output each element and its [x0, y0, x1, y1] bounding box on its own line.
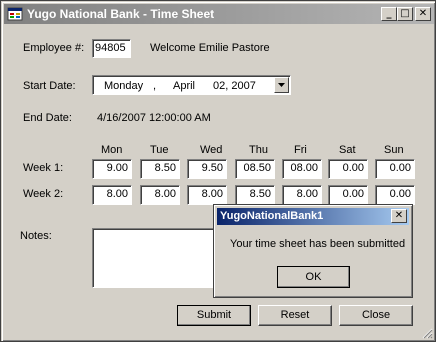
reset-button[interactable]: Reset	[258, 305, 332, 326]
day-header-tue: Tue	[150, 144, 169, 156]
dialog-close-button[interactable]: ✕	[391, 209, 407, 223]
close-form-button[interactable]: Close	[339, 305, 413, 326]
notes-label: Notes:	[20, 230, 52, 242]
week-2-sat-input[interactable]: 0.00	[328, 185, 368, 205]
start-date-month: April	[173, 80, 196, 92]
employee-number-input[interactable]: 94805	[92, 39, 131, 58]
employee-number-value: 94805	[95, 42, 126, 54]
week-1-wed-input[interactable]: 9.50	[187, 159, 227, 179]
week-2-mon-input[interactable]: 8.00	[92, 185, 132, 205]
submitted-dialog: YugoNationalBank1 ✕ Your time sheet has …	[213, 204, 413, 298]
week-2-tue-input[interactable]: 8.00	[140, 185, 180, 205]
employee-number-label: Employee #:	[23, 42, 85, 54]
start-date-label: Start Date:	[23, 80, 76, 92]
submit-button[interactable]: Submit	[177, 305, 251, 326]
start-date-weekday: Monday	[104, 80, 144, 92]
week-2-label: Week 2:	[23, 188, 64, 200]
week-2-thu-input[interactable]: 8.50	[235, 185, 275, 205]
week-1-fri-input[interactable]: 08.00	[282, 159, 322, 179]
app-icon	[7, 7, 23, 21]
dialog-title: YugoNationalBank1	[220, 210, 324, 222]
week-1-sun-input[interactable]: 0.00	[375, 159, 415, 179]
window-title: Yugo National Bank - Time Sheet	[27, 7, 215, 21]
resize-grip-icon[interactable]	[421, 327, 433, 339]
close-button[interactable]: ✕	[415, 7, 431, 21]
day-header-mon: Mon	[101, 144, 123, 156]
day-header-wed: Wed	[200, 144, 223, 156]
week-1-sat-input[interactable]: 0.00	[328, 159, 368, 179]
week-2-sun-input[interactable]: 0.00	[375, 185, 415, 205]
dialog-title-bar[interactable]: YugoNationalBank1 ✕	[217, 208, 409, 225]
week-2-wed-input[interactable]: 8.00	[187, 185, 227, 205]
day-header-fri: Fri	[294, 144, 307, 156]
minimize-button[interactable]: _	[381, 7, 397, 21]
day-header-thu: Thu	[249, 144, 268, 156]
notes-textarea[interactable]	[92, 228, 217, 288]
welcome-text: Welcome Emilie Pastore	[150, 42, 270, 54]
week-2-fri-input[interactable]: 8.00	[282, 185, 322, 205]
day-header-sat: Sat	[339, 144, 356, 156]
start-date-separator: ,	[153, 80, 157, 92]
end-date-label: End Date:	[23, 112, 72, 124]
week-1-tue-input[interactable]: 8.50	[140, 159, 180, 179]
dialog-message: Your time sheet has been submitted	[230, 238, 406, 250]
dialog-ok-button[interactable]: OK	[277, 266, 350, 288]
week-1-label: Week 1:	[23, 162, 64, 174]
week-1-mon-input[interactable]: 9.00	[92, 159, 132, 179]
start-date-dropdown-button[interactable]	[274, 77, 289, 93]
title-bar[interactable]: Yugo National Bank - Time Sheet _ □ ✕	[4, 4, 434, 24]
day-header-sun: Sun	[384, 144, 404, 156]
chevron-down-icon	[278, 83, 285, 87]
end-date-value: 4/16/2007 12:00:00 AM	[97, 112, 211, 124]
maximize-button[interactable]: □	[397, 7, 413, 21]
week-1-thu-input[interactable]: 08.50	[235, 159, 275, 179]
start-date-picker[interactable]: Monday , April 02, 2007	[92, 75, 291, 95]
start-date-day-year: 02, 2007	[213, 80, 256, 92]
